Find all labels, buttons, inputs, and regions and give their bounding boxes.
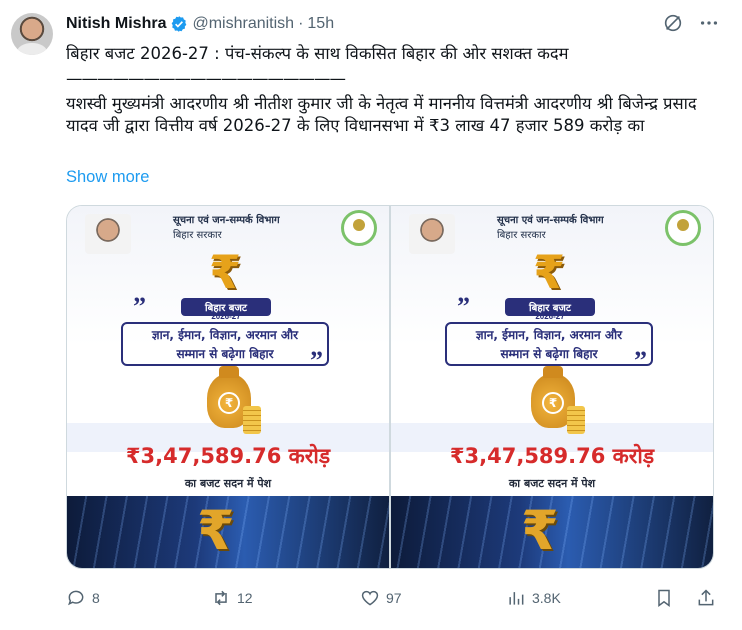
coin-stack-icon — [243, 406, 261, 434]
show-more-link[interactable]: Show more — [66, 168, 149, 187]
card-amount: ₹3,47,589.76 करोड़ — [125, 444, 331, 468]
timestamp[interactable]: 15h — [307, 15, 334, 33]
header-actions — [662, 12, 720, 34]
card-quote-line2: सम्मान से बढ़ेगा बिहार — [500, 347, 598, 361]
card-quote-line1: ज्ञान, ईमान, विज्ञान, अरमान और — [475, 328, 623, 342]
reply-icon — [68, 590, 84, 606]
like-count: 97 — [386, 590, 402, 606]
card-rupee-logo: ₹ — [208, 245, 241, 299]
card-quote-close: ” — [634, 346, 647, 375]
card-government: बिहार सरकार — [173, 230, 222, 241]
tweet-line-body: यशस्वी मुख्यमंत्री आदरणीय श्री नीतीश कुम… — [66, 94, 697, 135]
card-quote-line2: सम्मान से बढ़ेगा बिहार — [176, 347, 274, 361]
views-icon — [509, 592, 524, 605]
views-button[interactable]: 3.8K — [506, 588, 561, 608]
grok-icon[interactable] — [662, 12, 684, 34]
media-grid: सूचना एवं जन-सम्पर्क विभाग बिहार सरकार ₹… — [66, 205, 714, 569]
media-image-2[interactable]: सूचना एवं जन-सम्पर्क विभाग बिहार सरकार ₹… — [391, 206, 713, 568]
card-subtext: का बजट सदन में पेश — [508, 477, 596, 490]
card-government: बिहार सरकार — [497, 230, 546, 241]
card-logo-year: 2026-27 — [211, 312, 241, 321]
card-quote-box: ज्ञान, ईमान, विज्ञान, अरमान और सम्मान से… — [121, 322, 329, 366]
verified-badge-icon — [172, 16, 187, 32]
coin-stack-icon — [567, 406, 585, 434]
views-count: 3.8K — [532, 590, 561, 606]
card-seal-logo — [341, 210, 377, 246]
repost-button[interactable]: 12 — [211, 588, 253, 608]
like-icon — [361, 590, 379, 606]
tweet-line-title: बिहार बजट 2026-27 : पंच-संकल्प के साथ वि… — [66, 44, 569, 63]
card-quote-open: ” — [133, 292, 146, 321]
card-portrait — [85, 214, 131, 254]
reply-button[interactable]: 8 — [66, 588, 100, 608]
card-big-rupee: ₹ — [197, 499, 235, 562]
card-department: सूचना एवं जन-सम्पर्क विभाग — [497, 215, 604, 226]
reply-count: 8 — [92, 590, 100, 606]
card-quote-line1: ज्ञान, ईमान, विज्ञान, अरमान और — [151, 328, 299, 342]
card-department: सूचना एवं जन-सम्पर्क विभाग — [173, 215, 280, 226]
card-subtext: का बजट सदन में पेश — [184, 477, 272, 490]
author-handle[interactable]: @mishranitish — [192, 15, 294, 33]
repost-icon — [215, 590, 227, 606]
share-button[interactable] — [696, 588, 716, 608]
card-portrait — [409, 214, 455, 254]
repost-count: 12 — [237, 590, 253, 606]
media-image-1[interactable]: सूचना एवं जन-सम्पर्क विभाग बिहार सरकार ₹… — [67, 206, 389, 568]
avatar-shirt — [17, 43, 47, 55]
card-logo-year: 2026-27 — [535, 312, 565, 321]
card-quote-close: ” — [310, 346, 323, 375]
like-button[interactable]: 97 — [360, 588, 402, 608]
avatar[interactable] — [11, 13, 53, 55]
tweet-header: Nitish Mishra @mishranitish · 15h — [66, 14, 334, 34]
share-icon — [698, 589, 714, 606]
card-rupee-logo: ₹ — [532, 245, 565, 299]
money-bag-symbol: ₹ — [218, 392, 240, 414]
action-bar: 8 12 97 3.8K — [66, 588, 718, 610]
bookmark-button[interactable] — [654, 588, 674, 608]
author-name[interactable]: Nitish Mishra — [66, 15, 166, 33]
more-icon[interactable] — [698, 12, 720, 34]
card-quote-open: ” — [457, 292, 470, 321]
money-bag-symbol: ₹ — [542, 392, 564, 414]
card-big-rupee: ₹ — [521, 499, 559, 562]
card-quote-box: ज्ञान, ईमान, विज्ञान, अरमान और सम्मान से… — [445, 322, 653, 366]
tweet-rule: —————————————————— — [66, 69, 346, 88]
card-seal-logo — [665, 210, 701, 246]
tweet-text: बिहार बजट 2026-27 : पंच-संकल्प के साथ वि… — [66, 43, 718, 140]
separator-dot: · — [298, 15, 304, 32]
bookmark-icon — [658, 589, 670, 607]
card-amount: ₹3,47,589.76 करोड़ — [449, 444, 655, 468]
